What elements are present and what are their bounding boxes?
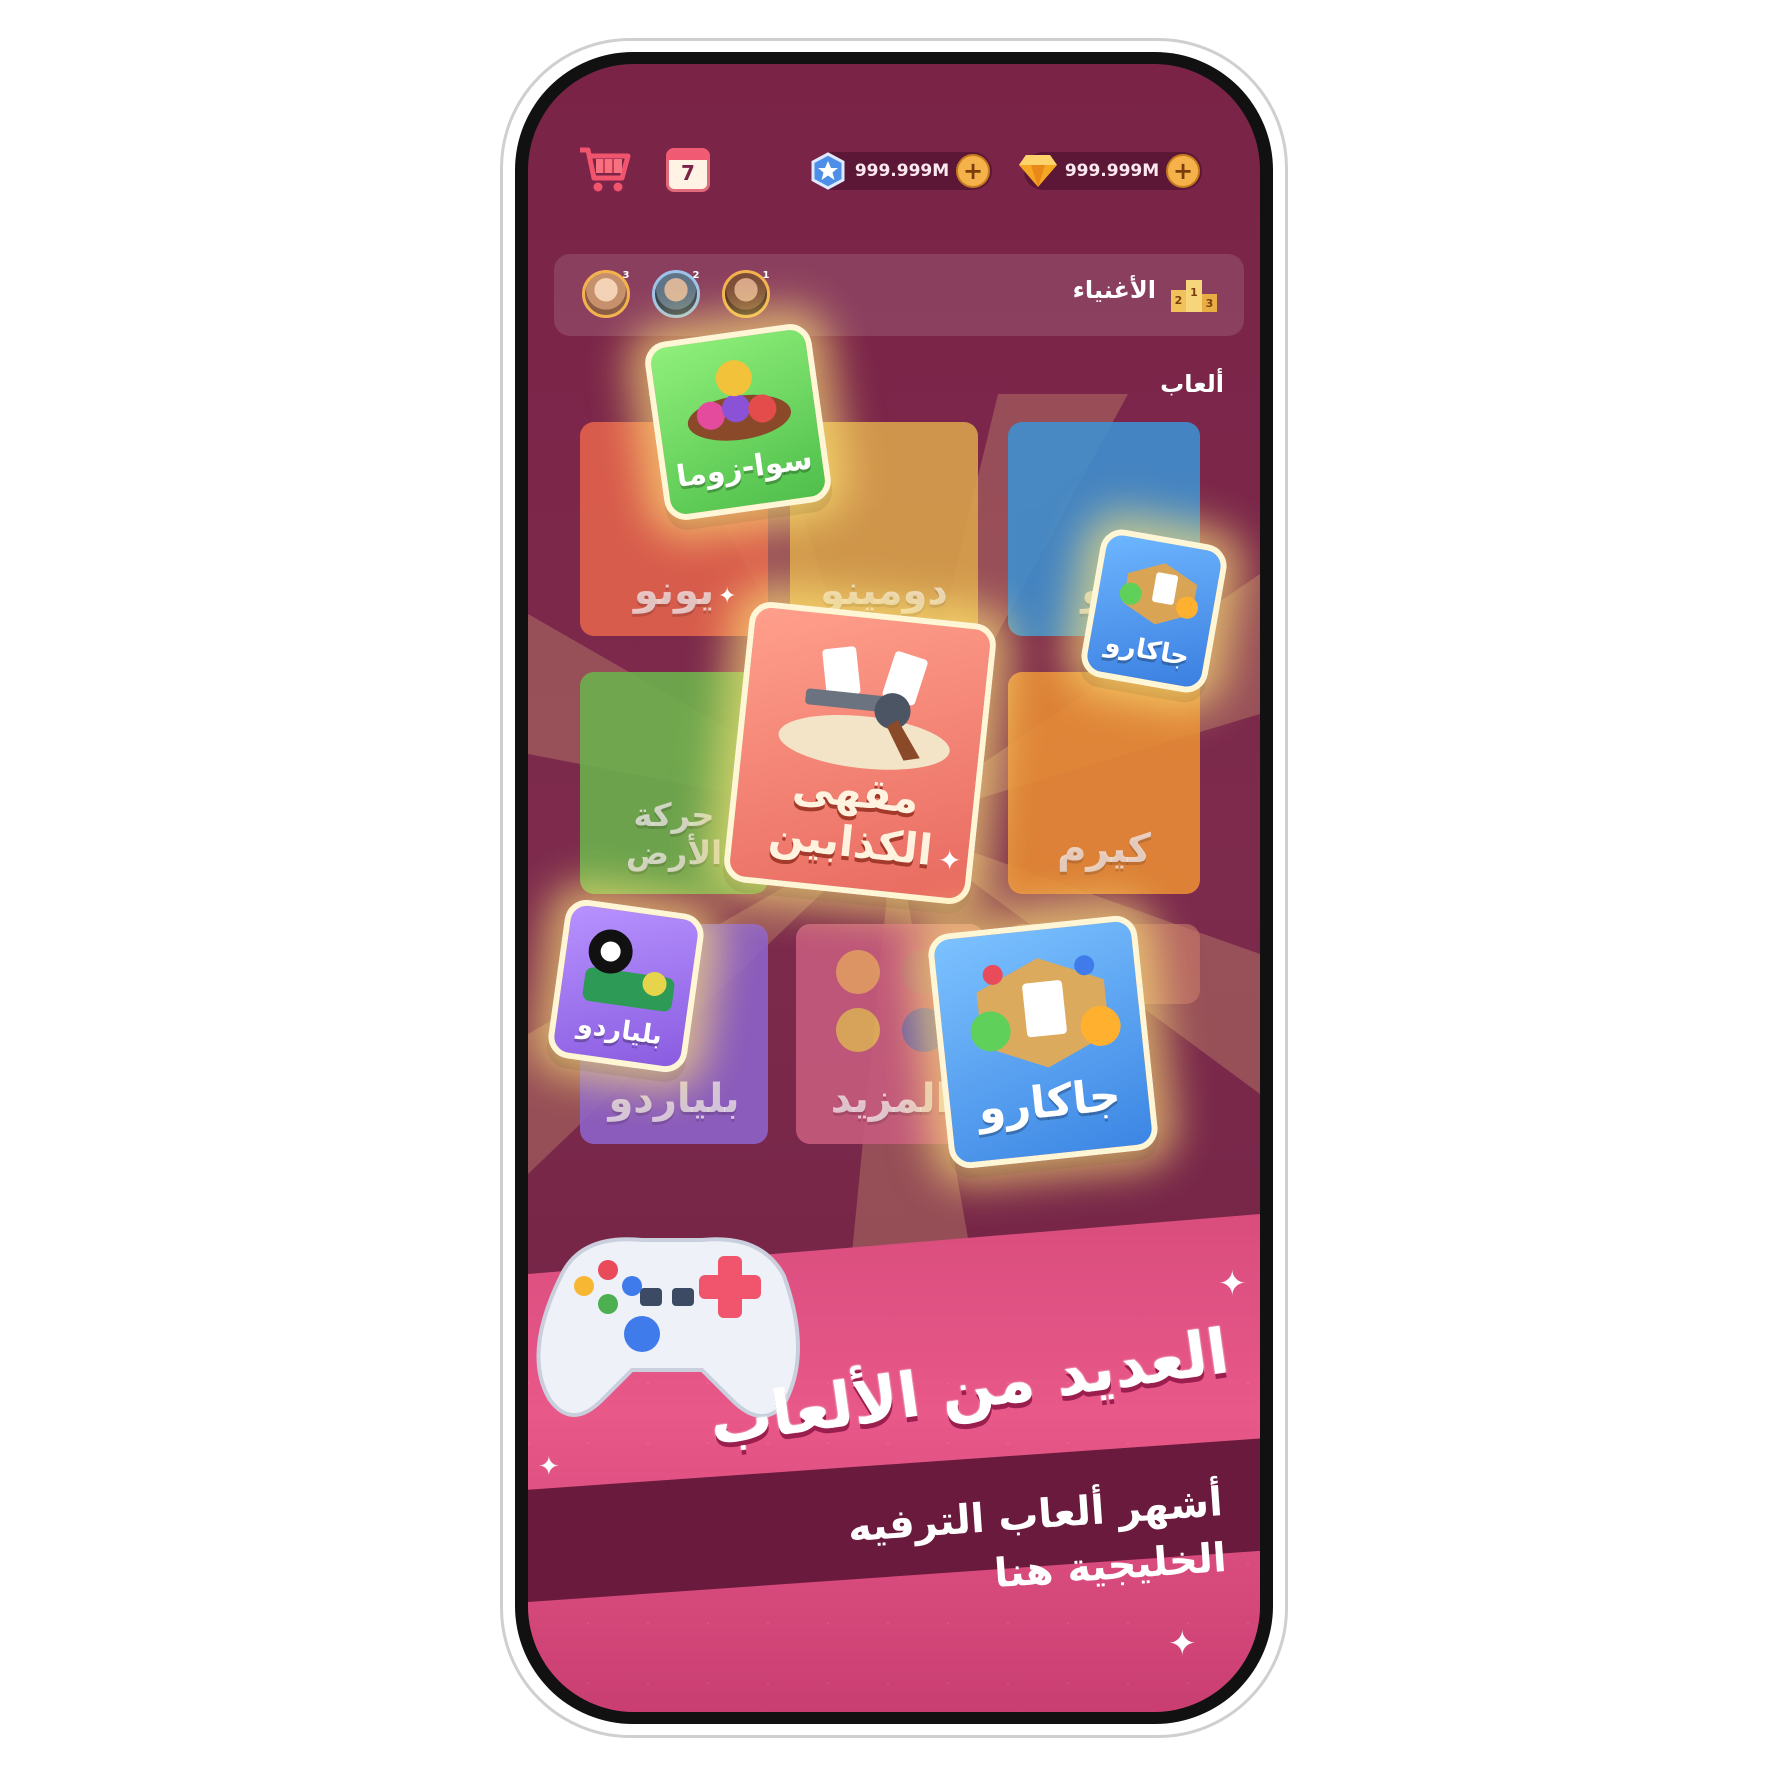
featured-game-zuma[interactable]: سوا-زوما: [642, 321, 834, 523]
revolver-icon: [778, 646, 950, 770]
game-tile-label: بلياردو: [608, 1076, 740, 1122]
cart-icon: [580, 147, 631, 192]
podium-digit: 2: [1175, 294, 1183, 307]
rank-crown: 3: [622, 269, 630, 281]
game-tile-carrom[interactable]: كيرم: [1008, 672, 1200, 894]
calendar-icon[interactable]: 7: [666, 148, 710, 192]
rank-crown: 2: [692, 269, 700, 281]
app-screen: 7 999.999M + 999.999M + 3 2 1 الأغنياء 2…: [528, 64, 1260, 1712]
avatar[interactable]: 1: [722, 270, 770, 318]
featured-game-billiards[interactable]: بلياردو: [545, 897, 707, 1075]
podium-icon: 2 1 3: [1171, 280, 1217, 312]
podium-digit: 1: [1190, 286, 1198, 299]
stars-amount: 999.999M: [854, 161, 950, 181]
featured-game-jackaroo-small[interactable]: جاكارو: [1077, 526, 1231, 696]
sparkle-icon: ✦: [538, 1452, 560, 1482]
games-section-title: ألعاب: [1160, 370, 1224, 398]
sparkle-icon: ✦: [1218, 1264, 1247, 1304]
star-badge-icon: [808, 151, 848, 191]
sparkle-icon: ✦: [718, 584, 737, 609]
jackaroo-board-icon: [1119, 563, 1199, 625]
gems-balance: 999.999M +: [1019, 152, 1202, 190]
calendar-day: 7: [681, 161, 695, 185]
rank-crown: 1: [762, 269, 770, 281]
top-bar: 7 999.999M + 999.999M +: [528, 144, 1260, 204]
sparkle-icon: ✦: [1168, 1624, 1197, 1664]
billiard-ball-icon: [582, 929, 675, 1012]
avatar[interactable]: 2: [652, 270, 700, 318]
zuma-icon: [687, 360, 792, 441]
add-gems-button[interactable]: +: [1166, 154, 1200, 188]
shop-button[interactable]: [578, 144, 632, 194]
avatar[interactable]: 3: [582, 270, 630, 318]
sparkle-icon: ✦: [938, 844, 962, 877]
leaderboard-title: الأغنياء: [1072, 276, 1156, 304]
gems-amount: 999.999M: [1064, 161, 1160, 181]
podium-digit: 3: [1206, 297, 1214, 310]
jackaroo-board-icon: [970, 955, 1121, 1068]
add-stars-button[interactable]: +: [956, 154, 990, 188]
rich-leaderboard[interactable]: 3 2 1 الأغنياء 2 1 3: [554, 254, 1244, 336]
game-tile-label: كيرم: [1057, 826, 1151, 872]
game-tile-label: يونو: [633, 568, 715, 614]
diamond-icon: [1018, 151, 1058, 191]
stars-balance: 999.999M +: [811, 152, 992, 190]
featured-game-jackaroo[interactable]: جاكارو: [926, 913, 1160, 1171]
